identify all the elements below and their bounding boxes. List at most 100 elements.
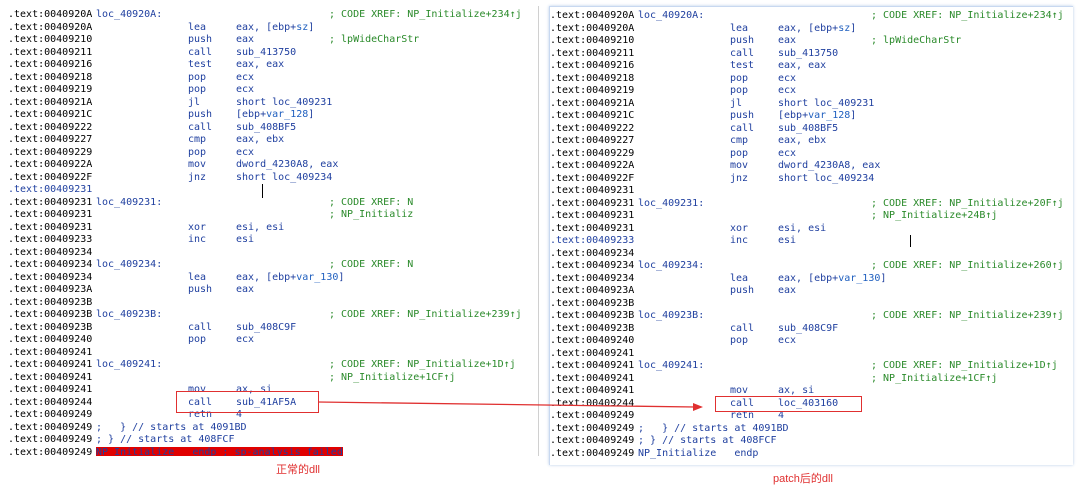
code-line[interactable]: .text:00409227 cmp eax, ebx	[550, 135, 1073, 148]
address: .text:00409241	[550, 385, 635, 396]
operand: eax	[236, 284, 255, 295]
code-line[interactable]: .text:00409234 loc_409234: ; CODE XREF: NP…	[550, 260, 1073, 273]
mnemonic: pop	[188, 84, 207, 95]
code-line[interactable]: .text:00409249; } // starts at 4091BD	[8, 422, 538, 435]
code-line[interactable]: .text:00409233 inc esi	[8, 234, 538, 247]
code-line[interactable]: .text:00409249; } // starts at 408FCF	[550, 435, 1073, 448]
code-line[interactable]: .text:0040921C push [ebp+var_128]	[550, 110, 1073, 123]
address: .text:00409231	[550, 197, 635, 209]
mnemonic: xor	[730, 222, 749, 234]
code-line[interactable]: .text:00409241	[8, 347, 538, 360]
code-line[interactable]: .text:00409234 lea eax, [ebp+var_130]	[550, 273, 1073, 286]
code-line[interactable]: .text:00409241 ; NP_Initialize+1CF↑j	[8, 372, 538, 385]
address: .text:00409219	[550, 85, 635, 96]
code-line[interactable]: .text:00409231 ; NP_Initialize+24B↑j	[550, 210, 1073, 223]
code-line[interactable]: .text:0040923B call sub_408C9F	[8, 322, 538, 335]
code-comment: ; NP_Initialize+24B↑j	[871, 210, 998, 221]
code-line[interactable]: .text:00409231 loc_409231: ; CODE XREF: NP…	[550, 198, 1073, 211]
mnemonic: lea	[730, 272, 749, 284]
code-line[interactable]: .text:00409222 call sub_408BF5	[8, 122, 538, 135]
code-line[interactable]: .text:0040922A mov dword_4230A8, eax	[8, 159, 538, 172]
code-line[interactable]: .text:00409241	[550, 348, 1073, 361]
address: .text:00409231	[8, 209, 93, 220]
code-line[interactable]: .text:0040921C push [ebp+var_128]	[8, 109, 538, 122]
code-line[interactable]: .text:00409222 call sub_408BF5	[550, 123, 1073, 136]
text-caret	[262, 184, 263, 198]
code-line[interactable]: .text:00409210 push eax ; lpWideCharStr	[8, 34, 538, 47]
code-line[interactable]: .text:0040921A jl short loc_409231	[550, 98, 1073, 111]
operand: eax, [ebp+var_130]	[778, 272, 887, 284]
code-line[interactable]: .text:0040921A jl short loc_409231	[8, 97, 538, 110]
code-line[interactable]: .text:0040920A loc_40920A: ; CODE XREF: NP…	[8, 9, 538, 22]
code-line[interactable]: .text:00409216 test eax, eax	[550, 60, 1073, 73]
code-label: loc_40920A:	[638, 10, 705, 21]
address: .text:00409234	[550, 272, 635, 284]
address: .text:00409241	[550, 372, 635, 384]
code-line[interactable]: .text:00409241 ; NP_Initialize+1CF↑j	[550, 373, 1073, 386]
code-line[interactable]: .text:00409233 inc esi	[550, 235, 1073, 248]
operand-variable: sz	[296, 21, 309, 33]
code-line[interactable]: .text:00409234	[8, 247, 538, 260]
code-line[interactable]: .text:00409219 pop ecx	[8, 84, 538, 97]
right-call-highlight-box	[715, 396, 862, 412]
code-line[interactable]: .text:00409240 pop ecx	[550, 335, 1073, 348]
mnemonic: pop	[730, 72, 749, 84]
address: .text:00409234	[550, 260, 635, 271]
code-line[interactable]: .text:0040920A lea eax, [ebp+sz]	[8, 22, 538, 35]
code-line[interactable]: .text:00409249; } // starts at 408FCF	[8, 434, 538, 447]
code-line[interactable]: .text:0040923A push eax	[8, 284, 538, 297]
code-line[interactable]: .text:00409249; } // starts at 4091BD	[550, 423, 1073, 436]
mnemonic: pop	[188, 71, 207, 83]
operand: esi, esi	[778, 222, 827, 234]
operand: eax, ebx	[778, 135, 827, 146]
code-line[interactable]: .text:0040923B	[550, 298, 1073, 311]
code-line[interactable]: .text:00409218 pop ecx	[550, 73, 1073, 86]
code-label: loc_40920A:	[96, 9, 163, 20]
code-line[interactable]: .text:00409231	[8, 184, 538, 197]
code-line[interactable]: .text:0040920A loc_40920A: ; CODE XREF: NP…	[550, 10, 1073, 23]
address: .text:00409234	[8, 259, 93, 270]
code-line[interactable]: .text:00409234	[550, 248, 1073, 261]
code-line[interactable]: .text:00409240 pop ecx	[8, 334, 538, 347]
code-line[interactable]: .text:00409241 loc_409241: ; CODE XREF: NP…	[8, 359, 538, 372]
operand: short loc_409231	[236, 96, 333, 108]
address: .text:0040920A	[8, 9, 93, 20]
code-line[interactable]: .text:00409241 loc_409241: ; CODE XREF: NP…	[550, 360, 1073, 373]
code-line[interactable]: .text:00409231 loc_409231: ; CODE XREF: N	[8, 197, 538, 210]
code-line[interactable]: .text:0040923B loc_40923B: ; CODE XREF: NP…	[8, 309, 538, 322]
code-line[interactable]: .text:00409229 pop ecx	[8, 147, 538, 160]
code-line[interactable]: .text:0040923A push eax	[550, 285, 1073, 298]
code-label: loc_409231:	[96, 196, 163, 208]
code-line[interactable]: .text:0040923B call sub_408C9F	[550, 323, 1073, 336]
code-line[interactable]: .text:00409227 cmp eax, ebx	[8, 134, 538, 147]
code-line[interactable]: .text:00409211 call sub_413750	[8, 47, 538, 60]
code-line[interactable]: .text:00409231 xor esi, esi	[550, 223, 1073, 236]
code-line[interactable]: .text:0040922F jnz short loc_409234	[550, 173, 1073, 186]
proc-end: NP_Initialize endp	[638, 447, 759, 459]
code-line[interactable]: .text:00409234 loc_409234: ; CODE XREF: N	[8, 259, 538, 272]
left-disassembly-pane[interactable]: .text:0040920A loc_40920A: ; CODE XREF: NP…	[8, 6, 539, 456]
mnemonic: push	[730, 285, 755, 296]
code-line[interactable]: .text:00409231 xor esi, esi	[8, 222, 538, 235]
code-line[interactable]: .text:0040923B	[8, 297, 538, 310]
code-line[interactable]: .text:00409231 ; NP_Initializ	[8, 209, 538, 222]
mnemonic: lea	[188, 21, 207, 33]
operand: sub_413750	[778, 47, 839, 59]
code-line[interactable]: .text:0040923B loc_40923B: ; CODE XREF: NP…	[550, 310, 1073, 323]
code-line[interactable]: .text:00409219 pop ecx	[550, 85, 1073, 98]
code-line[interactable]: .text:00409234 lea eax, [ebp+var_130]	[8, 272, 538, 285]
code-line[interactable]: .text:0040922F jnz short loc_409234	[8, 172, 538, 185]
left-call-highlight-box	[176, 391, 319, 413]
code-line[interactable]: .text:0040920A lea eax, [ebp+sz]	[550, 23, 1073, 36]
code-line[interactable]: .text:00409249 NP_Initialize endp ; sp-an…	[8, 446, 538, 456]
code-line[interactable]: .text:00409249 NP_Initialize endp	[550, 448, 1073, 461]
code-line[interactable]: .text:00409231	[550, 185, 1073, 198]
code-line[interactable]: .text:00409216 test eax, eax	[8, 59, 538, 72]
address: .text:00409249	[550, 447, 635, 459]
code-line[interactable]: .text:00409211 call sub_413750	[550, 48, 1073, 61]
code-line[interactable]: .text:00409229 pop ecx	[550, 148, 1073, 161]
code-line[interactable]: .text:00409218 pop ecx	[8, 72, 538, 85]
code-line[interactable]: .text:0040922A mov dword_4230A8, eax	[550, 160, 1073, 173]
code-comment: ; NP_Initializ	[329, 209, 414, 220]
code-line[interactable]: .text:00409210 push eax ; lpWideCharStr	[550, 35, 1073, 48]
